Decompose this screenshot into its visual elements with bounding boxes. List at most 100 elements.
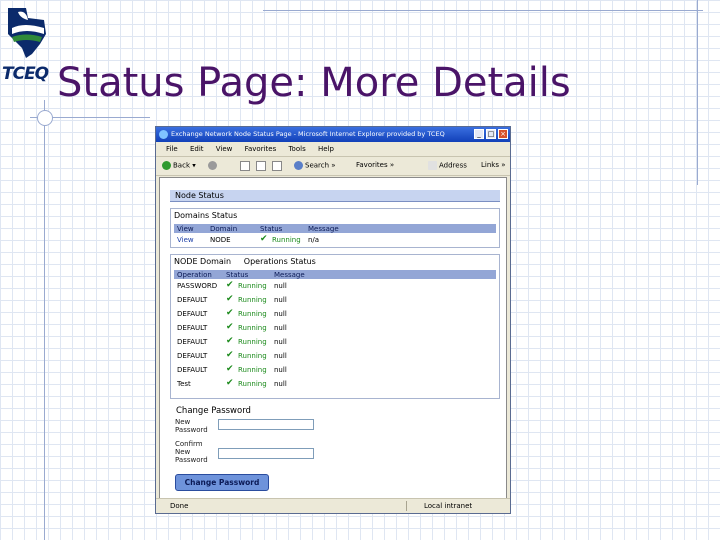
home-icon[interactable]	[272, 161, 282, 171]
col-view: View	[177, 225, 194, 233]
table-row: View NODE ✔ Running n/a	[174, 233, 496, 247]
search-button[interactable]: Search »	[294, 161, 336, 170]
operation-cell: DEFAULT	[177, 310, 208, 318]
operation-cell: DEFAULT	[177, 338, 208, 346]
menu-help[interactable]: Help	[318, 145, 334, 153]
slide-title: Status Page: More Details	[57, 60, 571, 106]
back-button[interactable]: Back ▾	[162, 161, 196, 170]
status-cell: Running	[238, 338, 267, 346]
page-viewport: Node Status Domains Status View Domain S…	[159, 177, 507, 499]
message-cell: null	[274, 282, 287, 290]
operation-cell: DEFAULT	[177, 324, 208, 332]
message-cell: null	[274, 324, 287, 332]
check-icon: ✔	[260, 234, 268, 244]
menu-view[interactable]: View	[216, 145, 233, 153]
check-icon: ✔	[226, 294, 234, 304]
check-icon: ✔	[226, 364, 234, 374]
status-cell: Running	[238, 352, 267, 360]
search-icon	[294, 161, 303, 170]
message-cell: null	[274, 380, 287, 388]
menu-edit[interactable]: Edit	[190, 145, 204, 153]
browser-window: Exchange Network Node Status Page - Micr…	[155, 126, 511, 514]
status-cell: Running	[272, 236, 301, 244]
status-text: Done	[170, 502, 189, 510]
col-status: Status	[260, 225, 283, 233]
message-cell: null	[274, 366, 287, 374]
maximize-button[interactable]: □	[486, 129, 496, 139]
logo-text: TCEQ	[2, 64, 49, 84]
check-icon: ✔	[226, 280, 234, 290]
change-password-title: Change Password	[176, 406, 251, 416]
operations-table-header: Operation Status Message	[174, 270, 496, 279]
status-bar: Done Local intranet	[156, 498, 510, 513]
message-cell: null	[274, 338, 287, 346]
menu-tools[interactable]: Tools	[288, 145, 305, 153]
confirm-password-label: Confirm New Password	[175, 440, 208, 464]
menu-bar: File Edit View Favorites Tools Help	[156, 143, 510, 157]
status-cell: Running	[238, 282, 267, 290]
status-cell: Running	[238, 310, 267, 318]
close-button[interactable]: ×	[498, 129, 508, 139]
operation-cell: PASSWORD	[177, 282, 218, 290]
col-message: Message	[274, 271, 305, 279]
decorative-line	[697, 0, 698, 185]
operation-cell: DEFAULT	[177, 352, 208, 360]
status-cell: Running	[238, 324, 267, 332]
operations-status-title: NODE Domain Operations Status	[174, 257, 316, 266]
window-title: Exchange Network Node Status Page - Micr…	[171, 130, 445, 138]
col-message: Message	[308, 225, 339, 233]
message-cell: null	[274, 296, 287, 304]
message-cell: null	[274, 310, 287, 318]
col-domain: Domain	[210, 225, 238, 233]
links-button[interactable]: Links »	[481, 161, 506, 169]
status-cell: Running	[238, 380, 267, 388]
confirm-password-input[interactable]	[218, 448, 314, 459]
check-icon: ✔	[226, 336, 234, 346]
favorites-button[interactable]: Favorites »	[356, 161, 394, 169]
domains-status-title: Domains Status	[174, 211, 238, 220]
back-arrow-icon	[162, 161, 171, 170]
table-row: DEFAULT ✔ Running null	[174, 349, 496, 363]
decorative-circle	[37, 110, 53, 126]
menu-favorites[interactable]: Favorites	[245, 145, 277, 153]
table-row: DEFAULT ✔ Running null	[174, 321, 496, 335]
domains-table-header: View Domain Status Message	[174, 224, 496, 233]
ie-icon	[159, 130, 168, 139]
new-password-input[interactable]	[218, 419, 314, 430]
zone-text: Local intranet	[424, 502, 473, 510]
page-icon	[428, 161, 437, 170]
node-status-header: Node Status	[170, 190, 500, 202]
col-operation: Operation	[177, 271, 212, 279]
table-row: DEFAULT ✔ Running null	[174, 293, 496, 307]
stop-icon[interactable]	[240, 161, 250, 171]
refresh-icon[interactable]	[256, 161, 266, 171]
forward-arrow-icon	[208, 161, 217, 170]
forward-button[interactable]	[208, 161, 219, 170]
check-icon: ✔	[226, 322, 234, 332]
new-password-label: New Password	[175, 418, 208, 434]
col-status: Status	[226, 271, 249, 279]
operation-cell: DEFAULT	[177, 366, 208, 374]
domains-table: View Domain Status Message View NODE ✔ R…	[174, 224, 496, 247]
table-row: DEFAULT ✔ Running null	[174, 363, 496, 377]
tceq-logo: TCEQ	[0, 0, 52, 95]
menu-file[interactable]: File	[166, 145, 178, 153]
operation-cell: DEFAULT	[177, 296, 208, 304]
status-divider	[406, 501, 407, 511]
decorative-line	[263, 10, 703, 11]
change-password-button[interactable]: Change Password	[175, 474, 269, 491]
status-cell: Running	[238, 296, 267, 304]
domain-cell: NODE	[210, 236, 231, 244]
table-row: Test ✔ Running null	[174, 377, 496, 391]
check-icon: ✔	[226, 350, 234, 360]
view-link[interactable]: View	[177, 236, 194, 244]
check-icon: ✔	[226, 308, 234, 318]
table-row: DEFAULT ✔ Running null	[174, 307, 496, 321]
operation-cell: Test	[177, 380, 191, 388]
message-cell: null	[274, 352, 287, 360]
table-row: PASSWORD ✔ Running null	[174, 279, 496, 293]
toolbar: Back ▾ Search » Favorites » Address Link…	[156, 157, 510, 176]
minimize-button[interactable]: _	[474, 129, 484, 139]
table-row: DEFAULT ✔ Running null	[174, 335, 496, 349]
message-cell: n/a	[308, 236, 320, 244]
